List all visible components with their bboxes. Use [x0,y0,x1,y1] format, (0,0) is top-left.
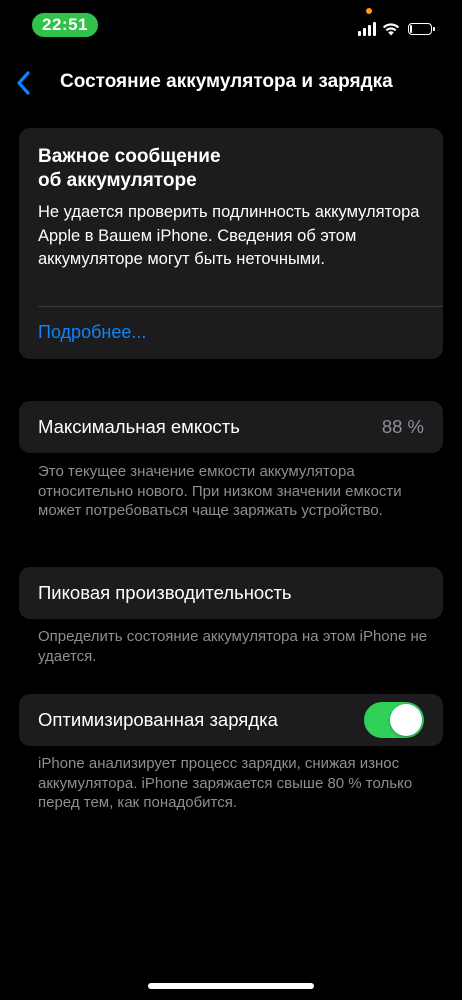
alert-title: Важное сообщение об аккумуляторе [38,146,221,191]
peak-performance-label: Пиковая производительность [38,582,292,603]
toggle-knob [390,704,422,736]
battery-icon [408,23,435,35]
signal-icon [358,22,376,36]
page-title: Состояние аккумулятора и зарядка [60,71,393,92]
battery-alert-card: Важное сообщение об аккумуляторе Не удае… [19,128,443,359]
max-capacity-label: Максимальная емкость [38,416,240,437]
status-icons [358,20,435,38]
peak-performance-row: Пиковая производительность [19,567,443,619]
chevron-left-icon [17,71,30,95]
learn-more-link[interactable]: Подробнее... [38,322,146,343]
optimized-charging-row: Оптимизированная зарядка [19,694,443,746]
optimized-charging-label: Оптимизированная зарядка [38,709,278,730]
back-button[interactable] [8,66,38,100]
alert-body: Не удается проверить подлинность аккумул… [38,203,420,268]
divider [38,306,443,307]
wifi-icon [382,23,400,36]
optimized-charging-toggle[interactable] [364,702,424,738]
max-capacity-footnote: Это текущее значение емкости аккумулятор… [38,463,402,519]
optimized-charging-footnote: iPhone анализирует процесс зарядки, сниж… [38,755,413,811]
max-capacity-value: 88 % [381,416,424,437]
status-time: 22:51 [32,13,98,37]
peak-performance-footnote: Определить состояние аккумулятора на это… [38,628,428,665]
home-indicator[interactable] [148,983,314,989]
privacy-indicator-dot [366,8,372,14]
max-capacity-row: Максимальная емкость 88 % [19,401,443,453]
